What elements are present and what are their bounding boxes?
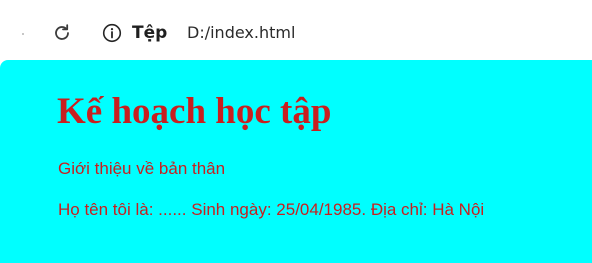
page-viewport: Kế hoạch học tập Giới thiệu về bản thân … bbox=[0, 60, 592, 263]
toolbar-dot bbox=[22, 33, 24, 35]
reload-icon bbox=[55, 24, 69, 40]
personal-details-text: Họ tên tôi là: ...... Sinh ngày: 25/04/1… bbox=[58, 200, 485, 219]
page-heading: Kế hoạch học tập bbox=[57, 91, 332, 132]
site-info-label: Tệp bbox=[132, 23, 168, 43]
info-circle-icon bbox=[101, 22, 123, 44]
intro-text: Giới thiệu về bản thân bbox=[58, 159, 226, 178]
address-bar-url[interactable]: D:/index.html bbox=[187, 23, 295, 42]
reload-button[interactable] bbox=[51, 22, 73, 44]
browser-toolbar: Tệp D:/index.html bbox=[0, 0, 592, 60]
site-info-button[interactable]: Tệp bbox=[101, 21, 167, 45]
